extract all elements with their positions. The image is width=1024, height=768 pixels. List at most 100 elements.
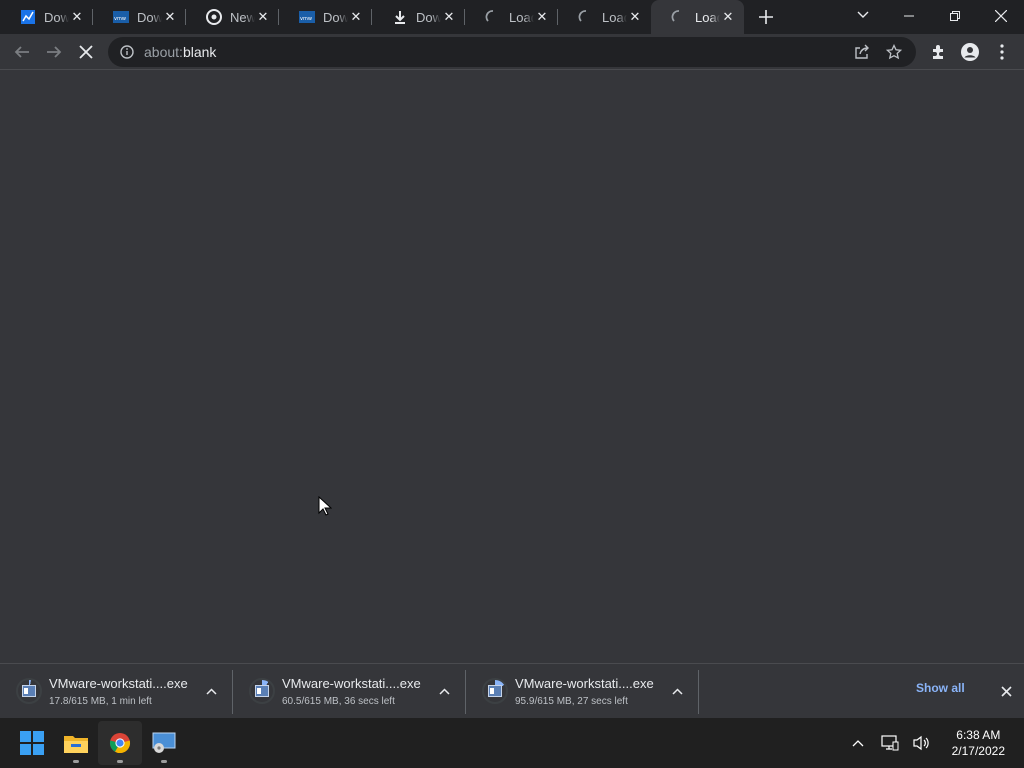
tabs-container: Down ✕ vmw Down ✕ New ✕ vmw Down ✕ (0, 0, 780, 34)
svg-text:vmw: vmw (300, 16, 312, 22)
tab-title: Loadi (509, 9, 534, 25)
svg-text:vmw: vmw (114, 16, 126, 22)
running-indicator (73, 760, 79, 763)
show-hidden-icons-button[interactable] (842, 727, 874, 759)
clock-date: 2/17/2022 (951, 744, 1005, 758)
minimize-button[interactable] (886, 0, 932, 32)
info-icon (120, 45, 134, 59)
tab-search-button[interactable] (840, 0, 886, 30)
tab-title: Down (137, 9, 162, 25)
download-item-1[interactable]: VMware-workstati....exe 60.5/615 MB, 36 … (233, 664, 466, 719)
puzzle-icon (933, 45, 943, 59)
forward-button[interactable] (38, 36, 70, 68)
download-progress-ring (249, 678, 275, 704)
tab-close-icon[interactable]: ✕ (534, 9, 550, 25)
start-button[interactable] (10, 721, 54, 765)
chevron-down-icon (857, 11, 869, 18)
restore-button[interactable] (932, 0, 978, 32)
profile-button[interactable] (954, 36, 986, 68)
new-tab-button[interactable] (752, 3, 780, 31)
tab-title: Down (323, 9, 348, 25)
tab-title: Loadi (602, 9, 627, 25)
download-item-0[interactable]: VMware-workstati....exe 17.8/615 MB, 1 m… (0, 664, 233, 719)
running-indicator (161, 760, 167, 763)
chevron-up-icon (671, 687, 683, 695)
tab-title: Down (416, 9, 441, 25)
address-bar[interactable]: about:blank (108, 37, 916, 67)
tab-1[interactable]: vmw Down ✕ (93, 0, 186, 34)
back-button[interactable] (6, 36, 38, 68)
show-all-downloads-link[interactable]: Show all (916, 681, 965, 695)
close-icon (1000, 685, 1012, 697)
tab-0[interactable]: Down ✕ (0, 0, 93, 34)
installer-app-icon (152, 732, 176, 753)
taskbar-clock[interactable]: 6:38 AM 2/17/2022 (952, 727, 1005, 759)
speaker-icon (913, 735, 929, 751)
tab-close-icon[interactable]: ✕ (720, 9, 736, 25)
window-controls (886, 0, 1024, 34)
tab-2[interactable]: New ✕ (186, 0, 279, 34)
close-window-button[interactable] (978, 0, 1024, 32)
download-status: 60.5/615 MB, 36 secs left (282, 695, 395, 707)
tab-close-icon[interactable]: ✕ (348, 9, 364, 25)
plus-icon (759, 10, 773, 24)
download-favicon-icon (392, 9, 408, 25)
star-icon (886, 44, 902, 60)
minimize-icon (904, 15, 914, 17)
chart-favicon-icon (20, 9, 36, 25)
tab-close-icon[interactable]: ✕ (627, 9, 643, 25)
download-filename: VMware-workstati....exe (49, 675, 188, 691)
tab-close-icon[interactable]: ✕ (255, 9, 271, 25)
volume-button[interactable] (906, 727, 938, 759)
installer-file-icon (22, 685, 36, 697)
download-status: 17.8/615 MB, 1 min left (49, 695, 152, 707)
installer-file-icon (255, 685, 269, 697)
download-options-button[interactable] (432, 679, 456, 703)
menu-button[interactable] (986, 36, 1018, 68)
omnibox-actions (846, 37, 910, 67)
download-options-button[interactable] (665, 679, 689, 703)
download-shelf: VMware-workstati....exe 17.8/615 MB, 1 m… (0, 663, 1024, 718)
windows-taskbar: 6:38 AM 2/17/2022 (0, 718, 1024, 768)
system-tray: 6:38 AM 2/17/2022 (842, 718, 1024, 768)
bookmark-star-button[interactable] (878, 36, 910, 68)
tab-close-icon[interactable]: ✕ (162, 9, 178, 25)
download-status: 95.9/615 MB, 27 secs left (515, 695, 628, 707)
url-host: blank (182, 44, 217, 60)
loading-spinner-icon (578, 9, 594, 25)
tab-close-icon[interactable]: ✕ (69, 9, 85, 25)
loading-spinner-icon (671, 9, 687, 25)
close-download-shelf-button[interactable] (996, 681, 1016, 701)
taskbar-chrome[interactable] (98, 721, 142, 765)
chevron-up-icon (205, 687, 217, 695)
browser-toolbar: about:blank (0, 34, 1024, 70)
toolbar-right (922, 36, 1018, 68)
chrome-favicon-icon (206, 9, 222, 25)
arrow-left-icon (14, 45, 29, 58)
taskbar-setup-app[interactable] (142, 721, 186, 765)
mouse-cursor-icon (318, 496, 332, 516)
download-item-2[interactable]: VMware-workstati....exe 95.9/615 MB, 27 … (466, 664, 699, 719)
chevron-up-icon (438, 687, 450, 695)
tab-5[interactable]: Loadi ✕ (465, 0, 558, 34)
download-options-button[interactable] (199, 679, 223, 703)
share-button[interactable] (846, 36, 878, 68)
folder-icon (64, 736, 88, 753)
taskbar-file-explorer[interactable] (54, 721, 98, 765)
close-icon (79, 44, 93, 59)
tab-close-icon[interactable]: ✕ (441, 9, 457, 25)
stop-loading-button[interactable] (70, 36, 102, 68)
clock-time: 6:38 AM (956, 728, 1001, 742)
tab-title: Down (44, 9, 69, 25)
page-content[interactable] (0, 70, 1024, 663)
url-text: about:blank (144, 44, 216, 60)
network-button[interactable] (874, 727, 906, 759)
close-icon (995, 10, 1007, 22)
network-icon (881, 735, 899, 751)
tab-4[interactable]: Down ✕ (372, 0, 465, 34)
tab-3[interactable]: vmw Down ✕ (279, 0, 372, 34)
chrome-logo-icon (109, 733, 131, 754)
extensions-button[interactable] (922, 36, 954, 68)
tab-7-active[interactable]: Loadi ✕ (651, 0, 744, 34)
tab-6[interactable]: Loadi ✕ (558, 0, 651, 34)
